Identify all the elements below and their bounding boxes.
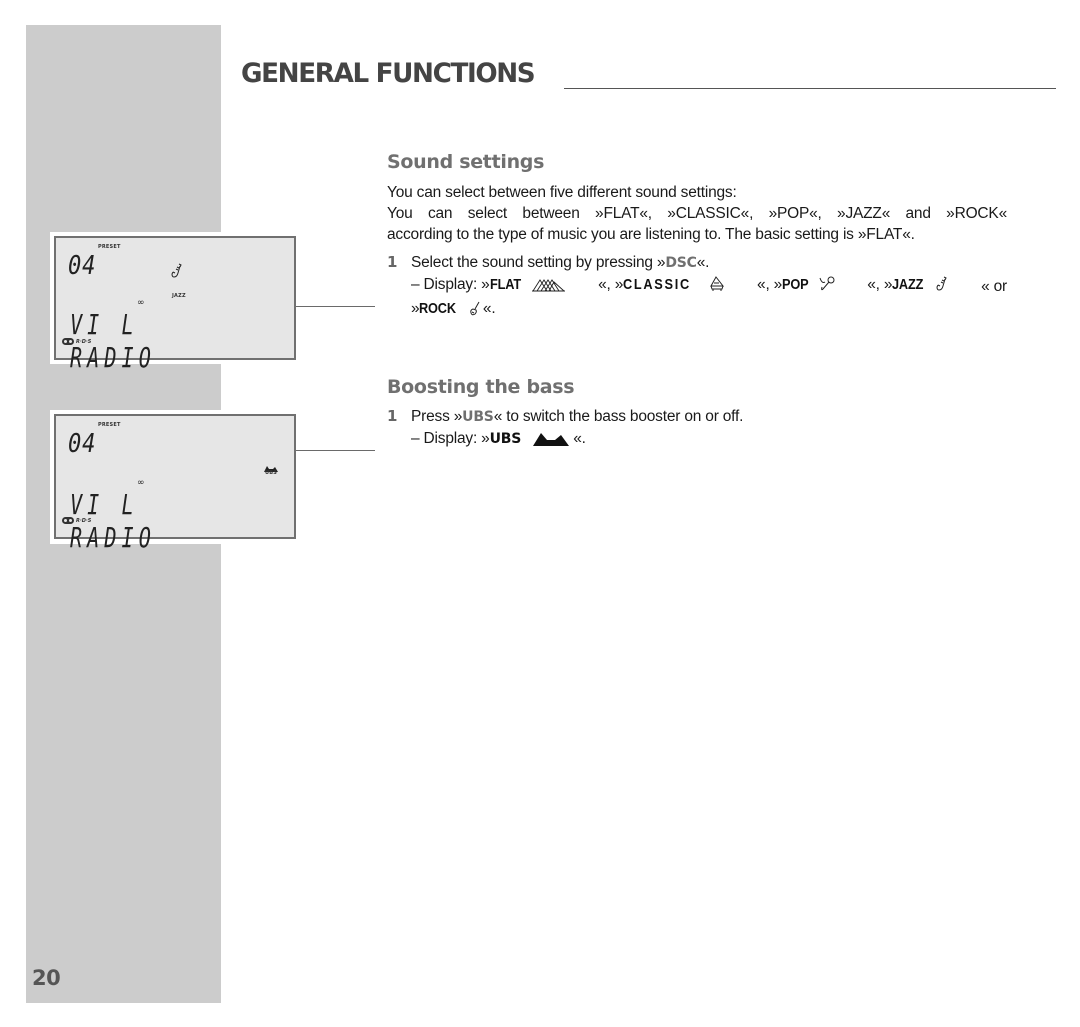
display-prefix: – Display: »: [411, 430, 490, 447]
mode-pop: POP: [782, 276, 809, 293]
sound-display-line-2: »ROCK «.: [387, 298, 1007, 322]
rds-label: R·D·S: [76, 338, 92, 345]
rds-indicator: R·D·S: [62, 517, 91, 524]
bass-display-line: – Display: »UBS «.: [387, 428, 1007, 452]
rds-label: R·D·S: [76, 517, 92, 524]
dsc-key: DSC: [665, 255, 697, 271]
header-rule: [564, 88, 1056, 89]
sound-step-1: 1 Select the sound setting by pressing »D…: [387, 252, 1007, 274]
step-text-end: « to switch the bass booster on or off.: [493, 408, 744, 425]
step-number: 1: [387, 253, 398, 271]
sound-settings-heading: Sound settings: [387, 151, 545, 173]
display-suffix: «.: [573, 430, 586, 447]
lcd-panel-ubs: PRESET 04 UBS ∞ VI L RADIO R·D·S: [54, 414, 296, 554]
bass-step-1: 1 Press »UBS« to switch the bass booster …: [387, 406, 1007, 428]
display-jazz: «, »JAZZ: [867, 274, 951, 298]
section-title: GENERAL FUNCTIONS: [241, 58, 536, 89]
bass-heading: Boosting the bass: [387, 376, 575, 398]
mode-label-ubs: UBS: [265, 470, 278, 476]
display-ubs: UBS: [489, 431, 522, 447]
flat-wave-icon: [532, 277, 566, 298]
preset-value: 04: [68, 251, 97, 281]
saxophone-icon: [935, 276, 949, 298]
rds-indicator: R·D·S: [62, 338, 91, 345]
sound-intro-line3: according to the type of music you are l…: [387, 226, 915, 243]
bass-boost-icon: [533, 431, 570, 452]
sound-display-line: – Display: »FLAT «, »CLASSIC «, »POP «, …: [387, 274, 1007, 298]
sound-settings-section: Sound settings You can select between fi…: [387, 151, 1007, 322]
page-number: 20: [32, 966, 61, 990]
step-number: 1: [387, 407, 398, 425]
rds-logo-icon: [62, 338, 74, 345]
display-prefix: – Display: »: [411, 276, 490, 293]
mode-classic: CLASSIC: [623, 276, 692, 293]
preset-value: 04: [68, 429, 97, 459]
display-classic: «, »CLASSIC: [598, 274, 727, 298]
callout-line-bass: [296, 450, 375, 451]
lcd-panel-jazz: PRESET 04 JAZZ ∞ VI L RADIO R·D·S: [54, 236, 296, 374]
stereo-icon: ∞: [137, 298, 145, 308]
mode-label-jazz: JAZZ: [172, 293, 186, 299]
microphone-icon: [819, 276, 835, 298]
bass-section: Boosting the bass 1 Press »UBS« to switch…: [387, 376, 1007, 452]
piano-icon: [709, 276, 725, 298]
sound-intro-line1: You can select between five different so…: [387, 184, 737, 201]
rds-logo-icon: [62, 517, 74, 524]
mode-flat: FLAT: [489, 276, 521, 293]
callout-line-sound: [296, 306, 375, 307]
step-text-end: «.: [696, 254, 710, 271]
ubs-key: UBS: [462, 409, 494, 425]
display-flat: – Display: »FLAT: [411, 274, 568, 298]
mode-rock: ROCK: [419, 300, 457, 317]
stereo-icon: ∞: [137, 478, 145, 488]
rock-suffix: «.: [482, 300, 496, 317]
saxophone-icon: [170, 263, 184, 284]
guitar-icon: [469, 301, 481, 322]
station-text: VI L RADIO: [70, 308, 156, 374]
preset-label: PRESET: [98, 422, 121, 428]
step-text: Select the sound setting by pressing »: [411, 254, 666, 271]
mode-jazz: JAZZ: [892, 276, 924, 293]
sound-intro-line2: You can select between »FLAT«, »CLASSIC«…: [387, 205, 1007, 222]
display-pop: «, »POP: [757, 274, 837, 298]
section-header: GENERAL FUNCTIONS: [241, 58, 1056, 94]
station-text: VI L RADIO: [70, 488, 156, 554]
step-text: Press »: [411, 408, 463, 425]
display-or: « or: [981, 277, 1007, 295]
preset-label: PRESET: [98, 244, 121, 250]
